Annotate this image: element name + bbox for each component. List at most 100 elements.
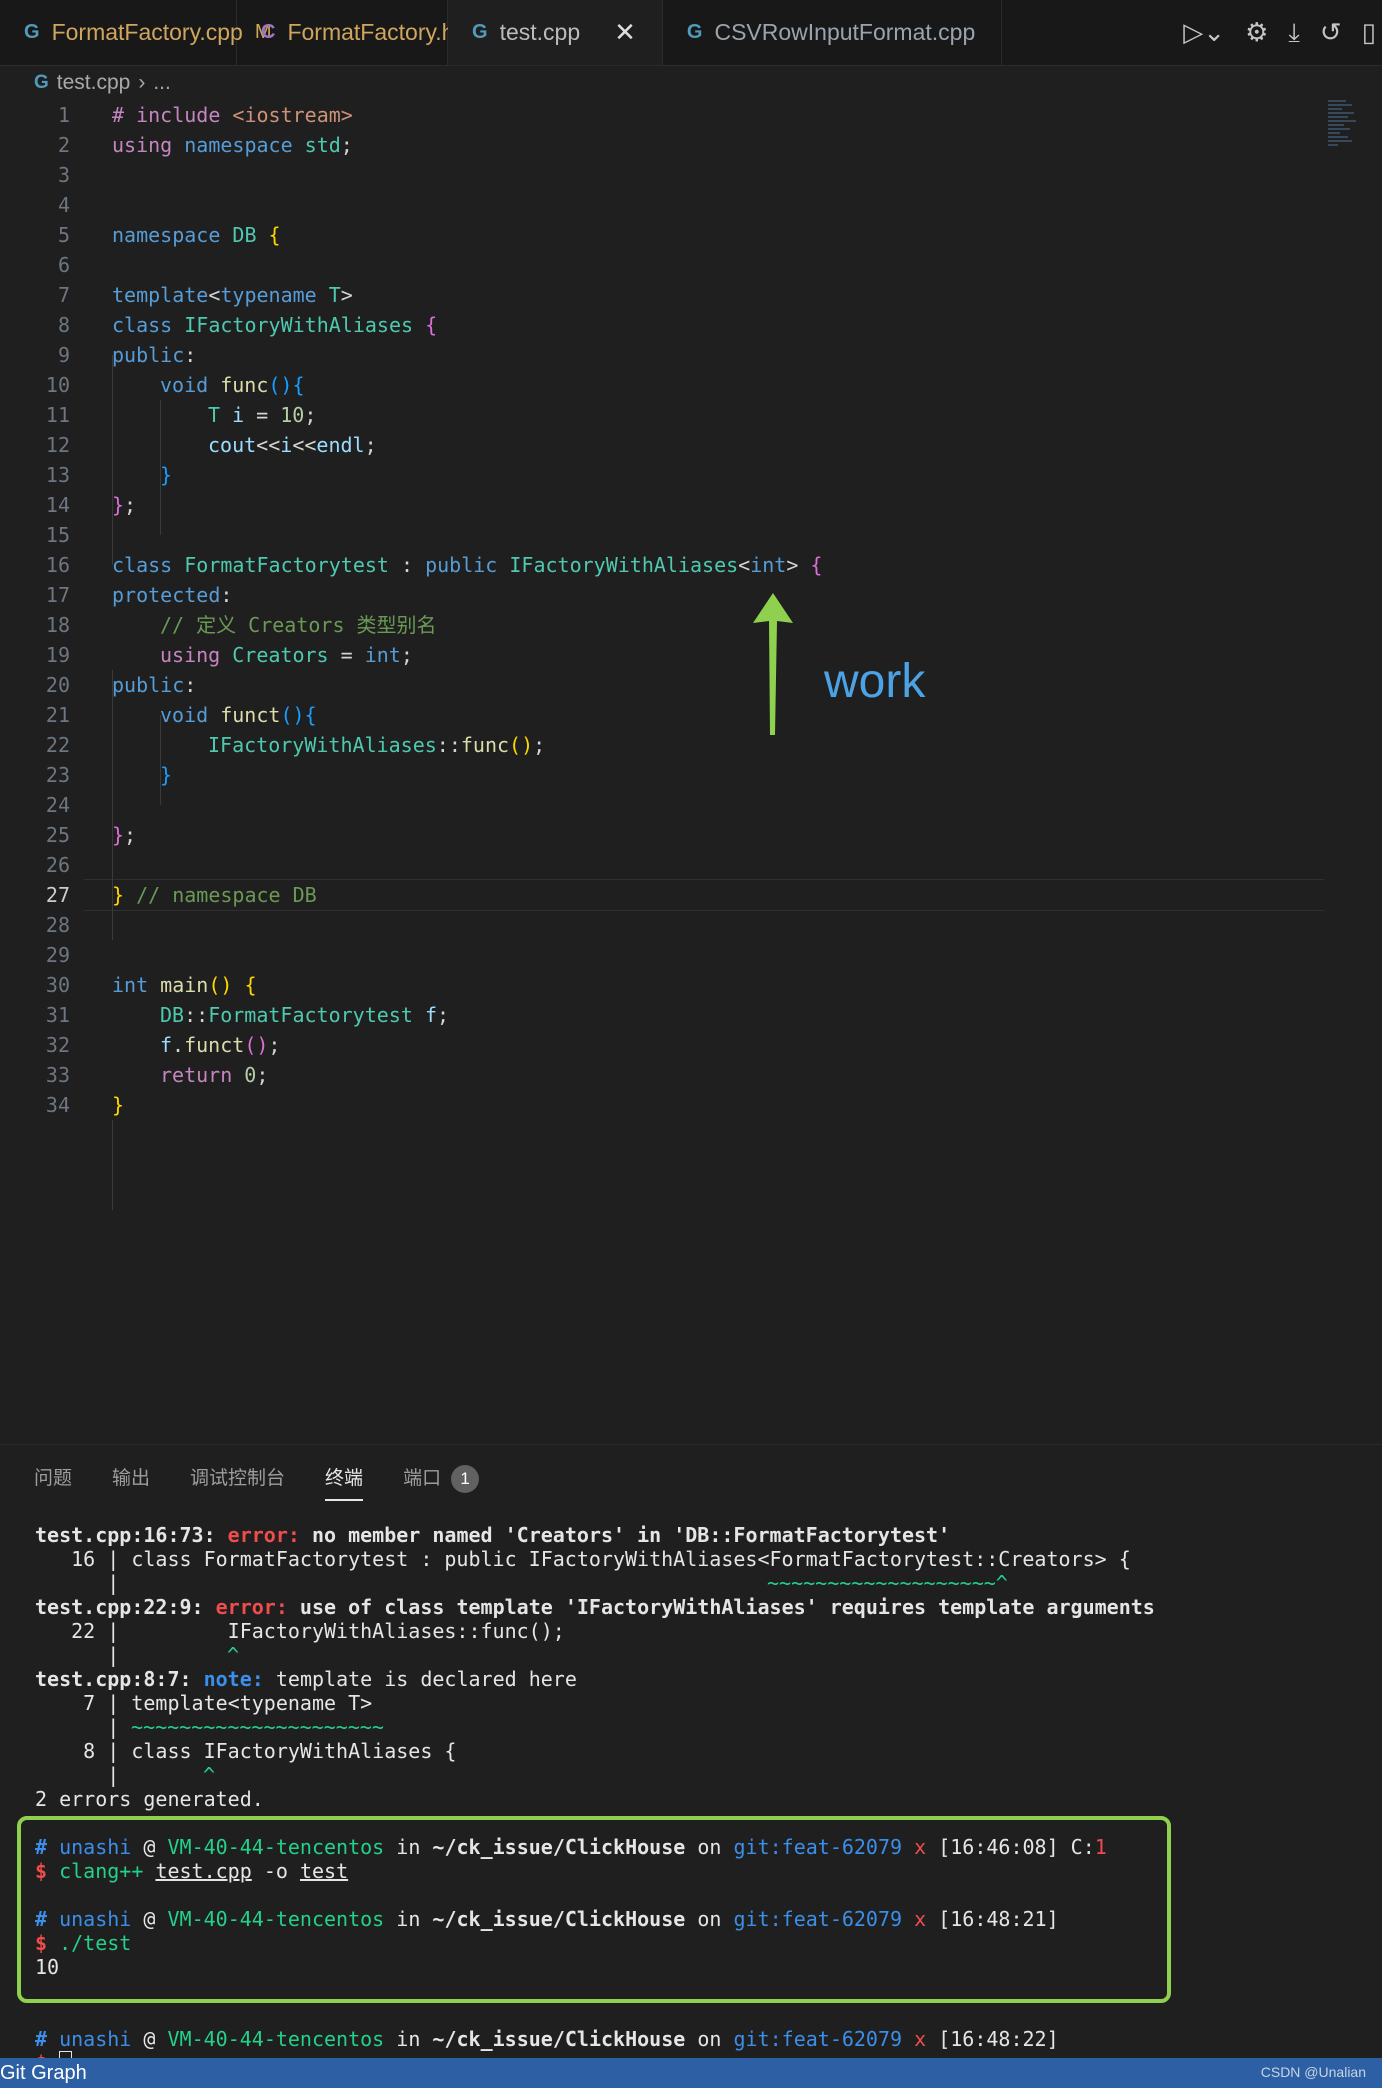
terminal-line: | ~~~~~~~~~~~~~~~~~~~^: [35, 1571, 1008, 1595]
terminal-line: | ^: [35, 1643, 240, 1667]
line-number: 13: [45, 463, 70, 487]
tab-formatfactory-cpp[interactable]: G FormatFactory.cpp M: [0, 0, 272, 65]
code-line: T i = 10;: [208, 403, 317, 427]
tab-debug-console[interactable]: 调试控制台: [190, 1463, 285, 1501]
line-number: 18: [45, 613, 70, 637]
code-line: }: [160, 463, 173, 487]
minimap[interactable]: [1328, 100, 1358, 170]
terminal-line: test.cpp:22:9: error: use of class templ…: [35, 1595, 1155, 1619]
status-bar: Git Graph CSDN @Unalian: [0, 2058, 1382, 2088]
close-icon[interactable]: ✕: [614, 17, 636, 48]
tab-label: FormatFactory.cpp: [51, 19, 243, 45]
chevron-right-icon: ›: [138, 71, 146, 94]
tab-ports[interactable]: 端口 1: [403, 1463, 480, 1501]
line-number: 33: [45, 1063, 70, 1087]
split-editor-icon[interactable]: ▯: [1362, 17, 1376, 48]
code-line: using Creators = int;: [160, 643, 413, 667]
tab-csvrowinputformat-cpp[interactable]: G CSVRowInputFormat.cpp: [663, 0, 1003, 65]
cpp-file-icon: G: [34, 72, 49, 93]
tab-label: test.cpp: [499, 19, 581, 45]
annotation-highlight-box: [17, 1816, 1171, 2003]
gear-icon[interactable]: ⚙: [1245, 17, 1268, 48]
code-line: };: [112, 823, 137, 847]
terminal-line: | ~~~~~~~~~~~~~~~~~~~~~: [35, 1715, 384, 1739]
line-number: 26: [45, 853, 70, 877]
code-line: public:: [112, 343, 197, 367]
code-line: # include <iostream>: [112, 103, 353, 127]
tab-label: CSVRowInputFormat.cpp: [714, 19, 976, 45]
code-editor[interactable]: 1 2 3 4 5 6 7 8 9 10 11 12 13 14 15 16 17 18 19 20 21 22 23 24 2…: [0, 100, 1382, 1440]
code-line: class IFactoryWithAliases {: [112, 313, 438, 337]
tab-terminal[interactable]: 终端: [325, 1463, 364, 1501]
history-icon[interactable]: ↺: [1320, 17, 1342, 48]
editor-actions: ▷⌄ ⚙ ⤓ ↺ ▯: [1183, 0, 1382, 65]
cpp-file-icon: G: [472, 21, 488, 43]
line-number: 23: [45, 763, 70, 787]
line-number: 21: [45, 703, 70, 727]
code-line: public:: [112, 673, 197, 697]
line-number: 14: [45, 493, 70, 517]
indent-guide: [112, 1120, 113, 1210]
tab-output[interactable]: 输出: [112, 1463, 150, 1501]
code-line: IFactoryWithAliases::func();: [208, 733, 546, 757]
terminal-line: test.cpp:16:73: error: no member named '…: [35, 1523, 951, 1547]
terminal-line: test.cpp:8:7: note: template is declared…: [35, 1667, 577, 1691]
watermark: CSDN @Unalian: [1260, 2064, 1366, 2080]
download-icon[interactable]: ⤓: [1288, 17, 1300, 49]
cpp-file-icon: G: [24, 21, 40, 43]
code-line: void funct(){: [160, 703, 317, 727]
line-number: 19: [45, 643, 70, 667]
line-number: 4: [57, 193, 70, 217]
line-number: 22: [45, 733, 70, 757]
line-number: 28: [45, 913, 70, 937]
tab-test-cpp[interactable]: G test.cpp ✕: [448, 0, 663, 65]
line-number: 17: [45, 583, 70, 607]
line-number: 12: [45, 433, 70, 457]
status-git-graph[interactable]: Git Graph: [0, 2058, 87, 2088]
code-line: int main() {: [112, 973, 257, 997]
tab-ports-label: 端口: [403, 1468, 442, 1489]
breadcrumb: G test.cpp › ...: [34, 66, 171, 100]
terminal-line: 7 | template<typename T>: [35, 1691, 373, 1715]
code-line: }: [160, 763, 173, 787]
annotation-arrow-icon: [753, 593, 793, 735]
terminal-prompt: # unashi @ VM-40-44-tencentos in ~/ck_is…: [35, 2027, 1059, 2051]
tab-formatfactory-h[interactable]: C FormatFactory.h M: [237, 0, 483, 65]
line-number: 2: [57, 133, 70, 157]
code-line: class FormatFactorytest : public IFactor…: [112, 553, 823, 577]
breadcrumb-file[interactable]: test.cpp: [57, 71, 131, 95]
tab-problems[interactable]: 问题: [34, 1463, 72, 1501]
line-number: 6: [57, 253, 70, 277]
code-line: namespace DB {: [112, 223, 281, 247]
line-number: 30: [45, 973, 70, 997]
code-line: using namespace std;: [112, 133, 353, 157]
code-line: DB::FormatFactorytest f;: [160, 1003, 450, 1027]
terminal-line: 22 | IFactoryWithAliases::func();: [35, 1619, 565, 1643]
h-file-icon: C: [261, 21, 276, 43]
line-number: 29: [45, 943, 70, 967]
line-number: 5: [57, 223, 70, 247]
terminal-line: 2 errors generated.: [35, 1787, 264, 1811]
code-line: // 定义 Creators 类型别名: [160, 613, 437, 637]
tab-label: FormatFactory.h: [287, 19, 455, 45]
terminal-line: 8 | class IFactoryWithAliases {: [35, 1739, 457, 1763]
line-number: 20: [45, 673, 70, 697]
line-number: 24: [45, 793, 70, 817]
terminal-line: | ^: [35, 1763, 216, 1787]
code-line: cout<<i<<endl;: [208, 433, 377, 457]
line-number: 11: [45, 403, 70, 427]
line-number: 32: [45, 1033, 70, 1057]
line-number: 7: [57, 283, 70, 307]
line-number: 27: [45, 883, 70, 907]
line-number: 9: [57, 343, 70, 367]
line-number: 15: [45, 523, 70, 547]
code-line: protected:: [112, 583, 233, 607]
run-debug-icon[interactable]: ▷⌄: [1183, 17, 1225, 48]
line-number: 3: [57, 163, 70, 187]
line-number: 16: [45, 553, 70, 577]
line-number: 1: [57, 103, 70, 127]
panel-tab-bar: 问题 输出 调试控制台 终端 端口 1: [34, 1463, 480, 1501]
breadcrumb-rest[interactable]: ...: [153, 71, 171, 95]
line-number: 31: [45, 1003, 70, 1027]
ports-count-badge: 1: [451, 1465, 480, 1493]
